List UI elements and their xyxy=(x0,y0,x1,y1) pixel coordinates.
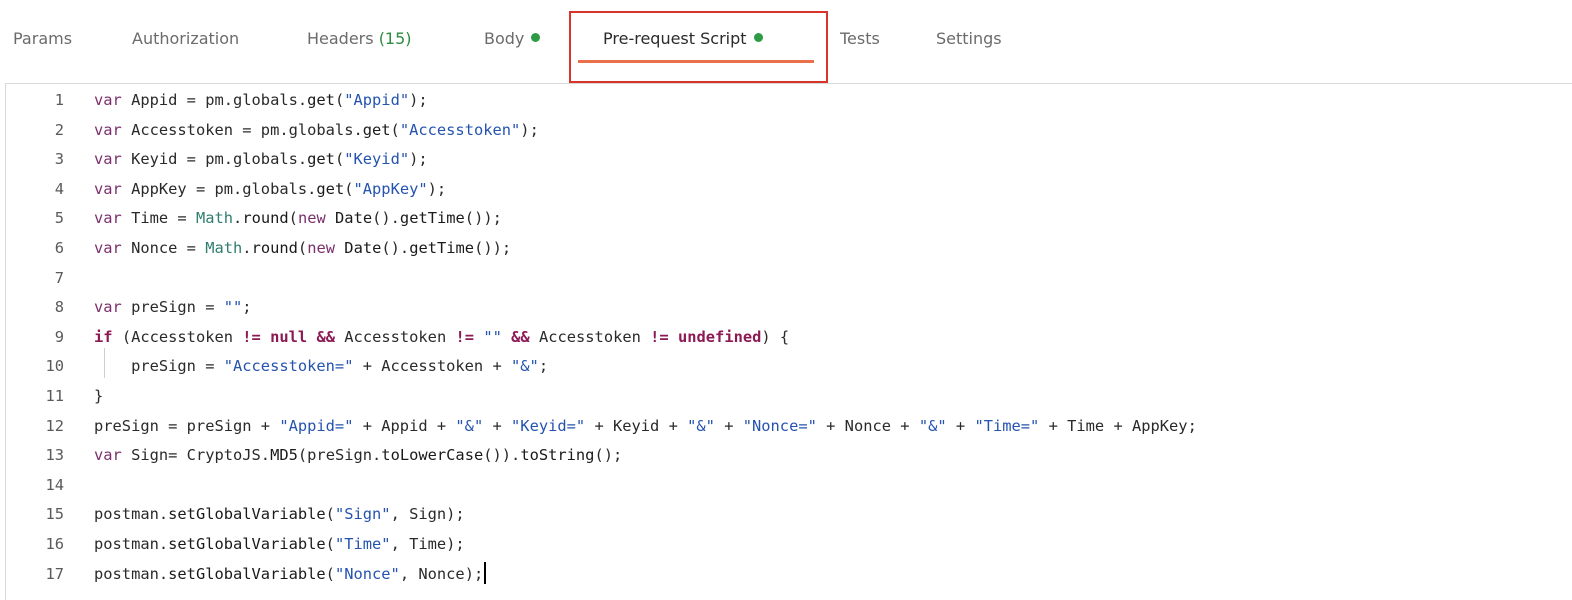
script-editor[interactable]: 1 var Appid = pm.globals.get("Appid"); 2 va… xyxy=(5,83,1572,600)
line-number: 14 xyxy=(45,475,64,494)
code-line[interactable]: 2 var Accesstoken = pm.globals.get("Acces… xyxy=(6,115,1566,145)
line-number: 8 xyxy=(54,298,64,317)
code-text: preSign = "Accesstoken=" + Accesstoken +… xyxy=(94,357,549,376)
code-text: var Nonce = Math.round(new Date().getTim… xyxy=(94,239,512,257)
line-number: 2 xyxy=(54,120,64,139)
line-number: 16 xyxy=(45,535,64,553)
code-line[interactable]: 7 xyxy=(6,263,1566,293)
request-tabs: Params Authorization Headers (15) Body P… xyxy=(0,0,1572,83)
line-number: 15 xyxy=(45,505,64,524)
code-line[interactable]: 3 var Keyid = pm.globals.get("Keyid"); xyxy=(6,144,1566,174)
line-number: 9 xyxy=(54,327,64,346)
line-number: 3 xyxy=(54,150,64,169)
code-text: postman.setGlobalVariable("Time", Time); xyxy=(94,535,465,553)
tab-params[interactable]: Params xyxy=(13,28,72,50)
status-dot-icon xyxy=(531,33,541,42)
code-line[interactable]: 15 postman.setGlobalVariable("Sign", Sign… xyxy=(6,499,1566,529)
line-number: 17 xyxy=(45,564,64,583)
code-text: var Accesstoken = pm.globals.get("Access… xyxy=(94,120,539,139)
code-text: postman.setGlobalVariable("Sign", Sign); xyxy=(94,505,465,524)
tab-headers[interactable]: Headers (15) xyxy=(307,28,412,50)
line-number: 12 xyxy=(45,416,64,435)
headers-count-badge: (15) xyxy=(378,29,412,48)
tab-label: Authorization xyxy=(132,29,240,48)
tab-label: Tests xyxy=(840,29,880,48)
annotation-highlight-box xyxy=(569,11,828,83)
code-line[interactable]: 17 postman.setGlobalVariable("Nonce", Non… xyxy=(6,559,1566,589)
tab-authorization[interactable]: Authorization xyxy=(132,28,239,50)
code-text: var AppKey = pm.globals.get("AppKey"); xyxy=(94,179,447,198)
code-line[interactable]: 10 preSign = "Accesstoken=" + Accesstoke… xyxy=(6,351,1566,381)
line-number: 5 xyxy=(54,209,64,228)
tab-label: Body xyxy=(484,29,525,48)
line-number: 13 xyxy=(45,446,64,465)
code-text: var Appid = pm.globals.get("Appid"); xyxy=(94,91,428,109)
code-text: var Sign= CryptoJS.MD5(preSign.toLowerCa… xyxy=(94,446,623,465)
code-line[interactable]: 9 if (Accesstoken != null && Accesstoken … xyxy=(6,322,1566,352)
code-line[interactable]: 1 var Appid = pm.globals.get("Appid"); xyxy=(6,85,1566,115)
code-line[interactable]: 6 var Nonce = Math.round(new Date().getTi… xyxy=(6,233,1566,263)
tab-body[interactable]: Body xyxy=(484,28,541,50)
tab-label: Settings xyxy=(936,29,1002,48)
text-cursor xyxy=(484,561,487,584)
code-text: if (Accesstoken != null && Accesstoken !… xyxy=(94,327,790,346)
tab-tests[interactable]: Tests xyxy=(840,28,880,50)
code-text: postman.setGlobalVariable("Nonce", Nonce… xyxy=(94,559,487,589)
code-text: preSign = preSign + "Appid=" + Appid + "… xyxy=(94,416,1197,435)
line-number: 6 xyxy=(54,239,64,257)
tab-label: Headers xyxy=(307,29,374,48)
code-text: var Time = Math.round(new Date().getTime… xyxy=(94,209,502,228)
code-text: var preSign = ""; xyxy=(94,298,252,317)
code-line[interactable]: 12 preSign = preSign + "Appid=" + Appid +… xyxy=(6,411,1566,441)
code-line[interactable]: 14 xyxy=(6,470,1566,500)
code-line[interactable]: 11} xyxy=(6,381,1566,411)
code-line[interactable]: 16 postman.setGlobalVariable("Time", Time… xyxy=(6,529,1566,559)
code-text: } xyxy=(94,387,104,405)
line-number: 4 xyxy=(54,179,64,198)
code-line[interactable]: 5 var Time = Math.round(new Date().getTim… xyxy=(6,203,1566,233)
line-number: 10 xyxy=(45,357,64,376)
line-number: 11 xyxy=(45,387,64,405)
line-number: 1 xyxy=(54,91,64,109)
code-text: var Keyid = pm.globals.get("Keyid"); xyxy=(94,150,428,169)
code-line[interactable]: 4 var AppKey = pm.globals.get("AppKey"); xyxy=(6,174,1566,204)
code-line[interactable]: 13 var Sign= CryptoJS.MD5(preSign.toLower… xyxy=(6,440,1566,470)
tab-settings[interactable]: Settings xyxy=(936,28,1002,50)
code-line[interactable]: 8 var preSign = ""; xyxy=(6,292,1566,322)
line-number: 7 xyxy=(54,268,64,287)
tab-label: Params xyxy=(13,29,73,48)
